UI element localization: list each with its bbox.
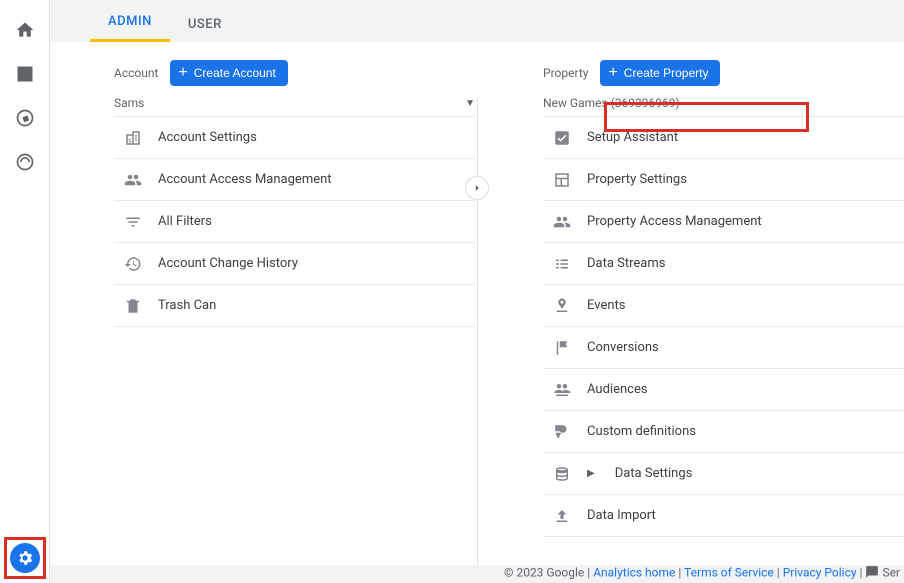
property-selector[interactable]: New Games (369396969)	[543, 96, 904, 110]
property-selected: New Games (369396969)	[543, 96, 904, 110]
events-item[interactable]: Events	[543, 285, 904, 327]
account-header: Account + Create Account	[114, 60, 475, 86]
trash-icon	[122, 297, 144, 315]
upload-icon	[551, 507, 573, 525]
create-property-button[interactable]: + Create Property	[600, 60, 720, 86]
trash-can-item[interactable]: Trash Can	[114, 285, 475, 327]
setup-assistant-item[interactable]: Setup Assistant	[543, 117, 904, 159]
tab-user[interactable]: USER	[170, 17, 240, 42]
plus-icon: +	[178, 65, 187, 81]
database-icon	[551, 465, 573, 483]
caret-right-icon: ▶	[587, 468, 595, 479]
menu-item-label: Account Settings	[158, 130, 257, 145]
explore-icon[interactable]	[13, 106, 37, 130]
account-selected: Sams	[114, 96, 465, 110]
footer: © 2023 Google | Analytics home | Terms o…	[50, 565, 904, 583]
create-property-label: Create Property	[624, 66, 709, 80]
advertising-icon[interactable]	[13, 150, 37, 174]
account-access-item[interactable]: Account Access Management	[114, 159, 475, 201]
create-account-label: Create Account	[194, 66, 276, 80]
settings-button[interactable]	[10, 543, 40, 573]
left-rail	[0, 0, 50, 583]
menu-item-label: Audiences	[587, 382, 648, 397]
feedback-icon[interactable]	[865, 565, 879, 582]
account-menu: Account Settings Account Access Manageme…	[114, 116, 475, 327]
layout-icon	[551, 171, 573, 189]
tab-bar: ADMIN USER	[50, 0, 904, 42]
custom-definitions-item[interactable]: Custom definitions	[543, 411, 904, 453]
history-icon	[122, 255, 144, 273]
menu-item-label: Setup Assistant	[587, 130, 678, 145]
building-icon	[122, 129, 144, 147]
people-icon	[551, 213, 573, 231]
analytics-home-link[interactable]: Analytics home	[593, 566, 675, 580]
property-column: Property + Create Property New Games (36…	[509, 42, 904, 565]
settings-highlight	[4, 537, 46, 579]
chevron-down-icon: ▼	[465, 98, 475, 109]
checklist-icon	[551, 129, 573, 147]
menu-item-label: Property Settings	[587, 172, 687, 187]
menu-item-label: Property Access Management	[587, 214, 762, 229]
menu-item-label: Events	[587, 298, 625, 313]
audiences-icon	[551, 381, 573, 399]
privacy-link[interactable]: Privacy Policy	[783, 566, 857, 580]
data-import-item[interactable]: Data Import	[543, 495, 904, 537]
streams-icon	[551, 255, 573, 273]
menu-item-label: Data Import	[587, 508, 656, 523]
shapes-icon	[551, 423, 573, 441]
data-settings-item[interactable]: ▶ Data Settings	[543, 453, 904, 495]
copyright: © 2023 Google |	[504, 566, 590, 580]
menu-item-label: Account Access Management	[158, 172, 332, 187]
menu-item-label: Trash Can	[158, 298, 216, 313]
home-icon[interactable]	[13, 18, 37, 42]
menu-item-label: Conversions	[587, 340, 659, 355]
send-feedback-cut: Ser	[882, 566, 900, 580]
events-icon	[551, 297, 573, 315]
tos-link[interactable]: Terms of Service	[684, 566, 774, 580]
menu-item-label: Data Settings	[615, 466, 693, 481]
menu-item-label: Account Change History	[158, 256, 298, 271]
create-account-button[interactable]: + Create Account	[170, 60, 287, 86]
menu-item-label: Data Streams	[587, 256, 665, 271]
property-label: Property	[543, 66, 588, 80]
audiences-item[interactable]: Audiences	[543, 369, 904, 411]
account-label: Account	[114, 66, 158, 80]
reports-icon[interactable]	[13, 62, 37, 86]
main-area: ADMIN USER Account + Create Account Sams…	[50, 0, 904, 583]
property-access-item[interactable]: Property Access Management	[543, 201, 904, 243]
flag-icon	[551, 339, 573, 357]
change-history-item[interactable]: Account Change History	[114, 243, 475, 285]
account-selector[interactable]: Sams ▼	[114, 96, 475, 110]
property-settings-item[interactable]: Property Settings	[543, 159, 904, 201]
admin-panel: Account + Create Account Sams ▼ Account …	[50, 42, 904, 565]
property-menu: Setup Assistant Property Settings Proper…	[543, 116, 904, 537]
data-streams-item[interactable]: Data Streams	[543, 243, 904, 285]
plus-icon: +	[608, 65, 617, 81]
property-header: Property + Create Property	[543, 60, 904, 86]
menu-item-label: All Filters	[158, 214, 212, 229]
account-settings-item[interactable]: Account Settings	[114, 117, 475, 159]
filter-icon	[122, 213, 144, 231]
people-icon	[122, 171, 144, 189]
gear-icon	[16, 549, 34, 567]
menu-item-label: Custom definitions	[587, 424, 696, 439]
account-column: Account + Create Account Sams ▼ Account …	[50, 42, 509, 565]
conversions-item[interactable]: Conversions	[543, 327, 904, 369]
tab-admin[interactable]: ADMIN	[90, 14, 170, 42]
all-filters-item[interactable]: All Filters	[114, 201, 475, 243]
